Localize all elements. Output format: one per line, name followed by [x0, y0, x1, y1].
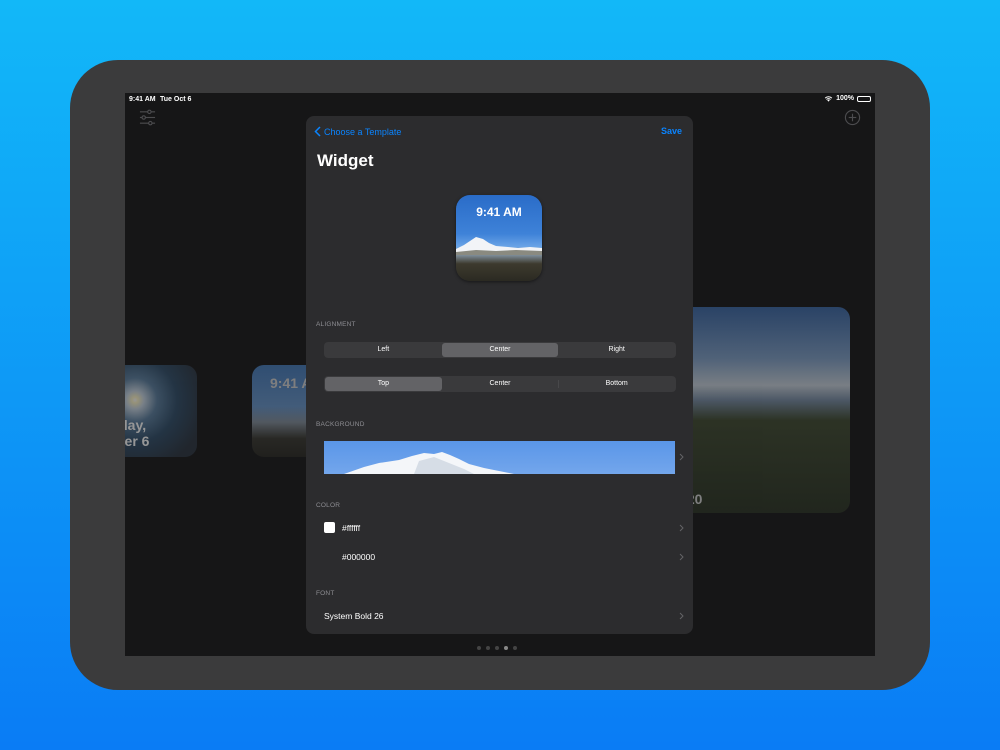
wifi-icon: [824, 96, 833, 102]
primary-color-value[interactable]: #ffffff: [342, 523, 360, 533]
align-right-segment[interactable]: Right: [558, 343, 675, 357]
background-section-label: BACKGROUND: [316, 421, 365, 428]
widget-preview: 9:41 AM: [456, 195, 542, 281]
color-section-label: COLOR: [316, 502, 341, 509]
back-button[interactable]: Choose a Template: [314, 126, 401, 137]
secondary-color-value[interactable]: #000000: [342, 552, 375, 562]
chevron-right-icon: [679, 524, 684, 532]
horizontal-alignment-control[interactable]: Left Center Right: [324, 342, 676, 358]
filter-sliders-icon[interactable]: [139, 109, 156, 126]
align-center-segment[interactable]: Center: [441, 343, 559, 357]
widget-card-date[interactable]: uesday, ctober 6: [125, 365, 197, 457]
align-bottom-segment[interactable]: Bottom: [558, 377, 675, 391]
mountain-image: [344, 452, 514, 474]
widget-card-date-text: uesday, ctober 6: [125, 417, 150, 449]
save-button[interactable]: Save: [661, 126, 682, 136]
page-dot-active[interactable]: [504, 646, 508, 650]
align-top-segment[interactable]: Top: [325, 377, 442, 391]
font-value[interactable]: System Bold 26: [324, 611, 384, 621]
page-dot[interactable]: [495, 646, 499, 650]
align-left-segment[interactable]: Left: [325, 343, 442, 357]
align-middle-segment[interactable]: Center: [442, 377, 559, 391]
font-section-label: FONT: [316, 590, 335, 597]
back-button-label: Choose a Template: [324, 126, 402, 137]
add-circle-icon[interactable]: [844, 109, 861, 126]
page-dot[interactable]: [486, 646, 490, 650]
chevron-right-icon: [679, 453, 684, 461]
battery-icon: [857, 95, 871, 102]
color-swatch-white[interactable]: [324, 522, 335, 533]
status-date: Tue Oct 6: [160, 96, 192, 103]
preview-time: 9:41 AM: [476, 205, 522, 219]
status-bar: 9:41 AM Tue Oct 6 100%: [125, 93, 875, 107]
page-indicator[interactable]: [477, 646, 517, 650]
mountain-image: [456, 237, 542, 255]
page-title: Widget: [317, 151, 374, 170]
alignment-section-label: ALIGNMENT: [316, 321, 356, 328]
battery-percentage: 100%: [836, 95, 854, 102]
widget-editor-sheet: Choose a Template Save Widget 9:41 AM AL…: [306, 116, 693, 634]
status-time: 9:41 AM: [129, 96, 156, 103]
chevron-right-icon: [679, 612, 684, 620]
page-dot[interactable]: [477, 646, 481, 650]
page-dot[interactable]: [513, 646, 517, 650]
chevron-left-icon: [314, 126, 321, 137]
vertical-alignment-control[interactable]: Top Center Bottom: [324, 376, 676, 392]
chevron-right-icon: [679, 553, 684, 561]
background-image-picker[interactable]: [324, 441, 675, 474]
status-right: 100%: [824, 95, 871, 102]
